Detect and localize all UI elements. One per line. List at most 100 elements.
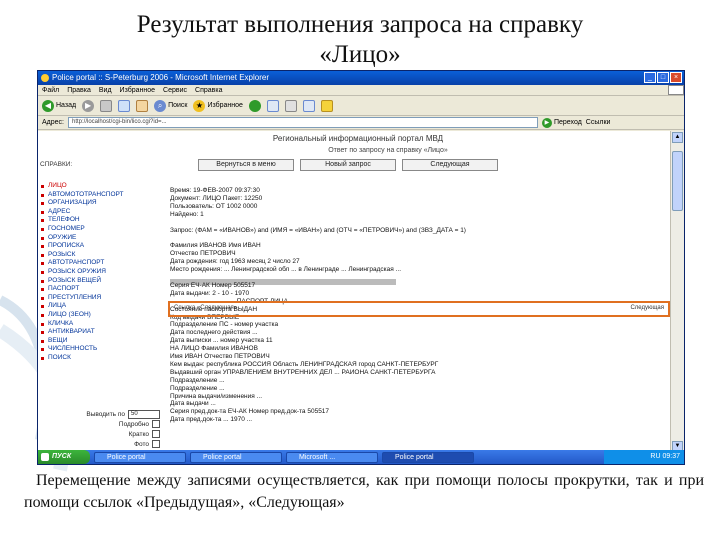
back-to-menu-button[interactable]: Вернуться в меню: [198, 159, 294, 171]
record-line: [170, 274, 670, 282]
option-3-label: Фото: [134, 440, 149, 448]
menu-file[interactable]: Файл: [42, 85, 59, 95]
sidebar-item[interactable]: РОЗЫСК ОРУЖИЯ: [40, 268, 165, 277]
slide-caption: Перемещение между записями осуществляетс…: [24, 472, 704, 511]
option-row-3: Фото: [40, 439, 160, 449]
option-2-label: Кратко: [128, 430, 149, 438]
sidebar-item[interactable]: РОЗЫСК ВЕЩЕЙ: [40, 277, 165, 286]
sidebar-item[interactable]: ОРУЖИЕ: [40, 234, 165, 243]
record-line: Фамилия ИВАНОВ Имя ИВАН: [170, 242, 261, 250]
forward-arrow-icon[interactable]: ▶: [82, 99, 95, 112]
option-1-label: Подробно: [118, 420, 149, 428]
mail-icon[interactable]: [266, 99, 279, 112]
record-line: Найдено: 1: [170, 210, 204, 218]
option-2-checkbox[interactable]: [152, 430, 160, 438]
record-separator-highlight: Ссылка «Следующая» ... Следующая: [168, 301, 670, 317]
sidebar-item[interactable]: ГОСНОМЕР: [40, 225, 165, 234]
new-request-button[interactable]: Новый запрос: [300, 159, 396, 171]
slide-title-line1: Результат выполнения запроса на справку: [136, 11, 584, 38]
sidebar-item[interactable]: АНТИКВАРИАТ: [40, 328, 165, 337]
record-line: Подразделение ...: [170, 384, 225, 392]
minimize-icon[interactable]: _: [644, 72, 656, 83]
slide-title: Результат выполнения запроса на справку …: [60, 10, 660, 70]
sidebar-item[interactable]: АВТОМОТОТРАНСПОРТ: [40, 191, 165, 200]
favorites-button[interactable]: ★ Избранное: [193, 99, 243, 112]
record-line: Подразделение ...: [170, 376, 225, 384]
task-item-1[interactable]: Police portal: [94, 451, 186, 463]
record-line: Запрос: (ФАМ = «ИВАНОВ») and (ИМЯ = «ИВА…: [170, 226, 466, 234]
address-input[interactable]: http://localhost/cgi-bin/lico.cgi?id=...: [67, 117, 538, 128]
start-button[interactable]: ПУСК: [38, 450, 90, 464]
close-icon[interactable]: ×: [670, 72, 682, 83]
sidebar-item[interactable]: АВТОТРАНСПОРТ: [40, 259, 165, 268]
menubar: Файл Правка Вид Избранное Сервис Справка: [38, 85, 684, 96]
menu-favorites[interactable]: Избранное: [120, 85, 155, 95]
sidebar-item[interactable]: ПРЕСТУПЛЕНИЯ: [40, 294, 165, 303]
task-item-3[interactable]: Microsoft ...: [286, 451, 378, 463]
sidebar-item[interactable]: АДРЕС: [40, 208, 165, 217]
records-per-page-input[interactable]: 50: [128, 409, 160, 419]
browser-titlebar: Police portal :: S-Peterburg 2006 - Micr…: [38, 71, 684, 85]
folder-icon[interactable]: [320, 99, 333, 112]
vertical-scrollbar[interactable]: ▲ ▼: [670, 131, 684, 453]
highlight-left-text[interactable]: Ссылка «Следующая» ...: [174, 305, 244, 311]
back-button[interactable]: ◀ Назад: [42, 99, 76, 112]
option-3-checkbox[interactable]: [152, 440, 160, 448]
task-item-2[interactable]: Police portal: [190, 451, 282, 463]
go-button[interactable]: ▶ Переход: [541, 117, 582, 128]
sidebar-item[interactable]: ЛИЦО (ЗЕОН): [40, 311, 165, 320]
record-line: Дата выдачи: 2 - 10 - 1970: [170, 289, 250, 297]
taskbar: ПУСК Police portal Police portal Microso…: [38, 450, 684, 464]
sidebar-item[interactable]: ПРОПИСКА: [40, 242, 165, 251]
sidebar-item[interactable]: ОРГАНИЗАЦИЯ: [40, 199, 165, 208]
sidebar-item[interactable]: ЛИЦА: [40, 302, 165, 311]
browser-toolbar: ◀ Назад ▶ ⌕ Поиск ★ Избранное: [38, 96, 684, 116]
sidebar-item[interactable]: КЛИЧКА: [40, 320, 165, 329]
menu-tools[interactable]: Сервис: [163, 85, 187, 95]
go-label: Переход: [553, 119, 582, 126]
menu-help[interactable]: Справка: [195, 85, 222, 95]
next-record-button[interactable]: Следующая: [402, 159, 498, 171]
display-options: Выводить по 50 Подробно Кратко Фото: [40, 409, 160, 449]
record-line: Выдавший орган УПРАВЛЕНИЕМ ВНУТРЕННИХ ДЕ…: [170, 368, 436, 376]
links-label[interactable]: Ссылки: [586, 119, 611, 126]
record-line: Кем выдан: республика РОССИЯ Область ЛЕН…: [170, 360, 439, 368]
refresh-icon[interactable]: [118, 99, 131, 112]
record-line: Дата выписки ... номер участка 11: [170, 337, 273, 345]
record-line: Причина выдачи/изменения ...: [170, 392, 263, 400]
menu-view[interactable]: Вид: [99, 85, 112, 95]
menu-edit[interactable]: Правка: [67, 85, 91, 95]
search-button[interactable]: ⌕ Поиск: [154, 99, 188, 112]
record-line: [170, 234, 670, 242]
scroll-up-icon[interactable]: ▲: [672, 132, 683, 143]
highlight-next-link[interactable]: Следующая: [630, 305, 664, 311]
slide-title-line2: «Лицо»: [319, 41, 401, 68]
sidebar-item[interactable]: ВЕЩИ: [40, 337, 165, 346]
sidebar-item[interactable]: ЧИСЛЕННОСТЬ: [40, 345, 165, 354]
option-1-checkbox[interactable]: [152, 420, 160, 428]
history-icon[interactable]: [248, 99, 261, 112]
system-tray-clock: RU 09:37: [604, 450, 684, 464]
maximize-icon[interactable]: □: [657, 72, 669, 83]
record-line: Имя ИВАН Отчество ПЕТРОВИЧ: [170, 353, 270, 361]
sidebar-item[interactable]: ЛИЦО: [40, 182, 165, 191]
sidebar-heading: СПРАВКИ:: [40, 161, 73, 168]
task-item-4[interactable]: Police portal: [382, 451, 474, 463]
search-label: Поиск: [168, 102, 188, 109]
print-icon[interactable]: [284, 99, 297, 112]
edit-icon[interactable]: [302, 99, 315, 112]
sidebar-item[interactable]: ПОИСК: [40, 354, 165, 363]
go-arrow-icon: ▶: [541, 117, 552, 128]
sidebar-item[interactable]: ПАСПОРТ: [40, 285, 165, 294]
scroll-thumb[interactable]: [672, 151, 683, 211]
back-arrow-icon: ◀: [42, 99, 54, 112]
ie-icon: [41, 74, 49, 82]
record-line: Дата пред.док-та ... 1970 ...: [170, 416, 253, 424]
records-per-page-label: Выводить по: [86, 410, 125, 418]
browser-window: Police portal :: S-Peterburg 2006 - Micr…: [37, 70, 685, 465]
home-icon[interactable]: [136, 99, 149, 112]
record-line: Дата выдачи ...: [170, 400, 216, 408]
sidebar-item[interactable]: РОЗЫСК: [40, 251, 165, 260]
stop-icon[interactable]: [100, 99, 113, 112]
sidebar-item[interactable]: ТЕЛЕФОН: [40, 216, 165, 225]
